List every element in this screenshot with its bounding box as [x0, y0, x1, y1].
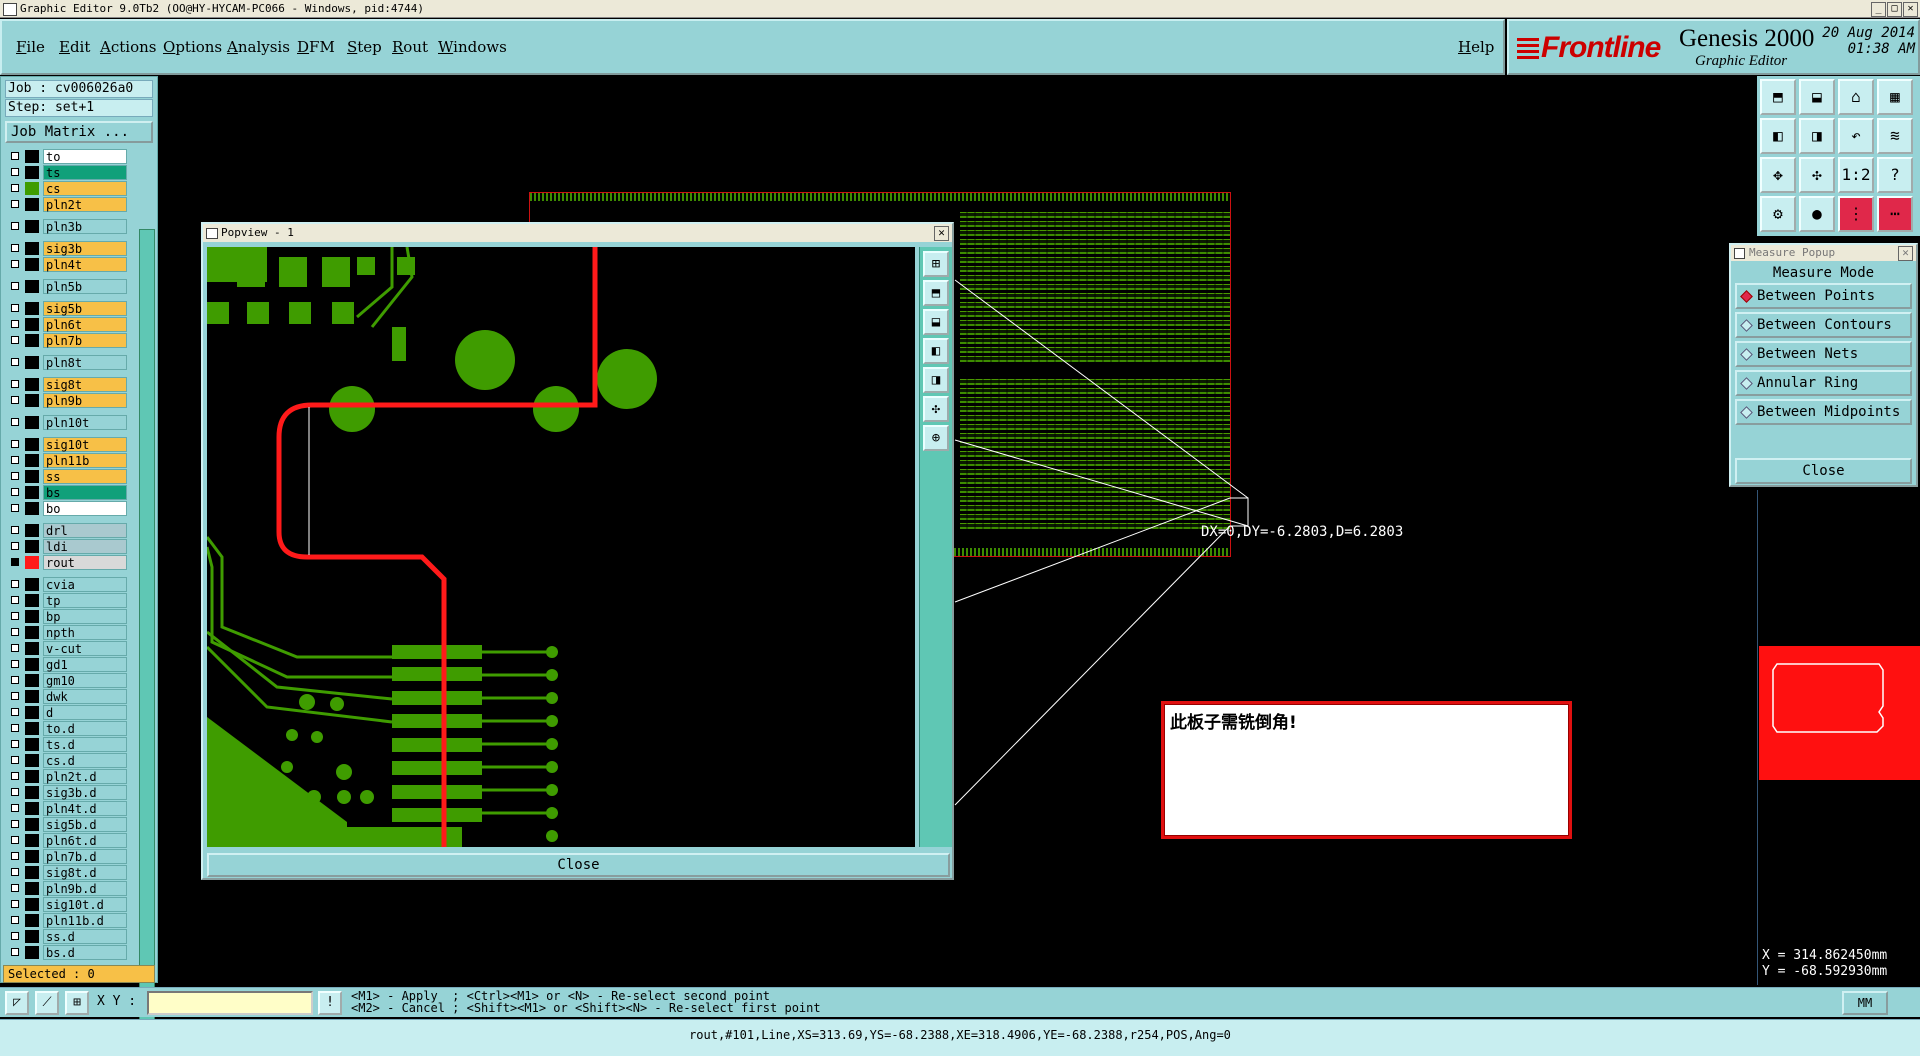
pan-right-icon[interactable]: ◨ — [1799, 118, 1835, 154]
help-query-icon[interactable]: ? — [1877, 157, 1913, 193]
redraw-icon[interactable]: ≋ — [1877, 118, 1913, 154]
popview-canvas[interactable] — [207, 247, 915, 847]
zoom-fit-icon[interactable]: ✥ — [1760, 157, 1796, 193]
cursor-x: X = 314.862450mm — [1762, 948, 1888, 963]
undo-view-icon[interactable]: ↶ — [1838, 118, 1874, 154]
measure-popup: Measure Popup ✕ Measure Mode Between Poi… — [1729, 243, 1918, 487]
measure-mode-heading: Measure Mode — [1772, 265, 1875, 281]
grid-icon[interactable]: ▦ — [1877, 79, 1913, 115]
radio-indicator-icon — [1740, 290, 1753, 303]
measure-popup-title: Measure Popup — [1749, 246, 1836, 259]
popview-zoom-drawing — [207, 247, 657, 847]
popview-tool-zoom-in-icon[interactable]: ✣ — [923, 396, 949, 422]
select-mode-icon[interactable]: ◸ — [5, 991, 29, 1015]
cursor-coordinates: X = 314.862450mm Y = -68.592930mm — [1759, 946, 1920, 982]
grid-snap-icon[interactable]: ⊞ — [65, 991, 89, 1015]
minimap-board-outline — [1772, 663, 1884, 733]
popview-tool-right-icon[interactable]: ◨ — [923, 367, 949, 393]
measurement-readout: DX=0,DY=-6.2803,D=6.2803 — [1201, 524, 1404, 540]
measure-option-annular-ring[interactable]: Annular Ring — [1735, 370, 1912, 396]
popview-title-bar[interactable]: Popview - 1 ✕ — [203, 224, 952, 242]
radio-indicator-icon — [1740, 319, 1753, 332]
xy-input[interactable] — [147, 991, 313, 1015]
popview-toolbar: ⊞ ⬒ ⬓ ◧ ◨ ✣ ⊕ — [919, 247, 952, 847]
radio-indicator-icon — [1740, 406, 1753, 419]
popview-tool-down-icon[interactable]: ⬓ — [923, 309, 949, 335]
measure-popup-close-icon[interactable]: ✕ — [1898, 246, 1913, 261]
measure-option-between-points[interactable]: Between Points — [1735, 283, 1912, 309]
home-icon[interactable]: ⌂ — [1838, 79, 1874, 115]
popview-window-icon — [206, 228, 218, 239]
radio-indicator-icon — [1740, 377, 1753, 390]
units-button[interactable]: MM — [1842, 991, 1888, 1015]
measure-option-between-nets[interactable]: Between Nets — [1735, 341, 1912, 367]
note-text: 此板子需铣倒角! — [1170, 713, 1297, 733]
popview-close-icon[interactable]: ✕ — [934, 226, 949, 241]
snap-on-icon[interactable]: ⋮ — [1838, 196, 1874, 232]
right-toolbar: ⬒ ⬓ ⌂ ▦ ◧ ◨ ↶ ≋ ✥ ✣ 1:2 ? ⚙ ● ⋮ ⋯ — [1757, 76, 1920, 236]
popview-tool-zoom-icon[interactable]: ⊞ — [923, 251, 949, 277]
view-bottom-icon[interactable]: ⬓ — [1799, 79, 1835, 115]
layer-settings-icon[interactable]: ⚙ — [1760, 196, 1796, 232]
board-minimap[interactable] — [1759, 646, 1920, 780]
zoom-center-icon[interactable]: ✣ — [1799, 157, 1835, 193]
measure-popup-title-bar[interactable]: Measure Popup ✕ — [1731, 245, 1916, 261]
popview-close-button[interactable]: Close — [207, 853, 950, 877]
radio-indicator-icon — [1740, 348, 1753, 361]
popview-tool-zoom-out-icon[interactable]: ⊕ — [923, 425, 949, 451]
popview-title: Popview - 1 — [221, 226, 294, 239]
measure-option-between-midpoints[interactable]: Between Midpoints — [1735, 399, 1912, 425]
pan-left-icon[interactable]: ◧ — [1760, 118, 1796, 154]
feature-status-text: rout,#101,Line,XS=313.69,YS=-68.2388,XE=… — [689, 1028, 1231, 1042]
command-bar: ◸ ⟋ ⊞ X Y : ! <M1> - Apply ; <Ctrl><M1> … — [0, 987, 1920, 1017]
measure-option-between-contours[interactable]: Between Contours — [1735, 312, 1912, 338]
note-message-box: 此板子需铣倒角! — [1161, 701, 1572, 839]
cursor-y: Y = -68.592930mm — [1762, 964, 1888, 979]
xy-label: X Y : — [97, 994, 137, 1009]
view-top-icon[interactable]: ⬒ — [1760, 79, 1796, 115]
popview-tool-left-icon[interactable]: ◧ — [923, 338, 949, 364]
measure-close-button[interactable]: Close — [1735, 458, 1912, 484]
measure-tool-icon[interactable]: ● — [1799, 196, 1835, 232]
alert-icon[interactable]: ! — [318, 991, 342, 1015]
mouse-hint: <M1> - Apply ; <Ctrl><M1> or <N> - Re-se… — [351, 989, 821, 1015]
scale-one-to-two-icon[interactable]: 1:2 — [1838, 157, 1874, 193]
measure-popup-window-icon — [1734, 248, 1745, 259]
snap-mode-icon[interactable]: ⟋ — [35, 991, 59, 1015]
popview-window: Popview - 1 ✕ ⊞ ⬒ ⬓ ◧ ◨ ✣ ⊕ Close — [201, 222, 954, 880]
popview-tool-up-icon[interactable]: ⬒ — [923, 280, 949, 306]
status-bar: rout,#101,Line,XS=313.69,YS=-68.2388,XE=… — [0, 1019, 1920, 1056]
snap-net-icon[interactable]: ⋯ — [1877, 196, 1913, 232]
